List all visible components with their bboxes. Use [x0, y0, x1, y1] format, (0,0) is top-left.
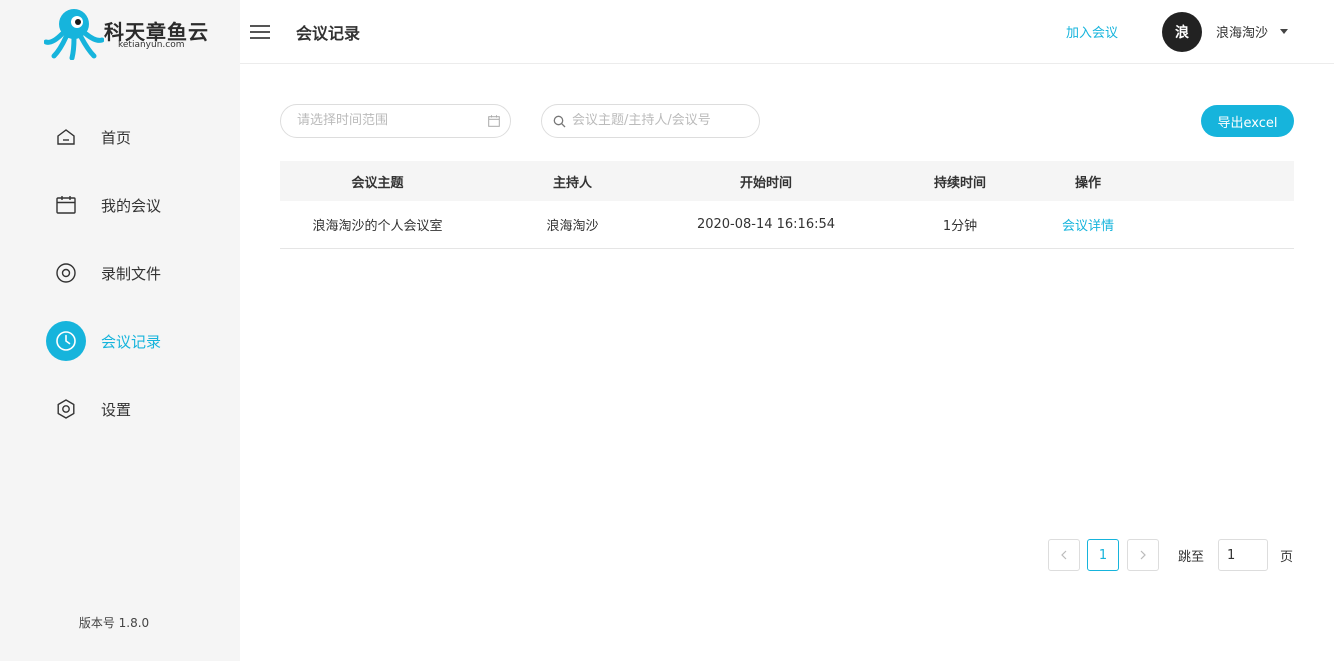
join-meeting-link[interactable]: 加入会议	[1066, 22, 1118, 41]
avatar[interactable]: 浪	[1162, 12, 1202, 52]
search-box[interactable]	[541, 104, 760, 138]
column-header-topic: 会议主题	[280, 161, 475, 201]
page-title: 会议记录	[296, 20, 360, 44]
page-number-button[interactable]: 1	[1087, 539, 1119, 571]
prev-page-button[interactable]	[1048, 539, 1080, 571]
sidebar-item-home[interactable]: 首页	[46, 117, 226, 157]
caret-down-icon[interactable]	[1280, 29, 1288, 34]
sidebar-item-label: 我的会议	[101, 195, 161, 216]
table-row: 浪海淘沙的个人会议室 浪海淘沙 2020-08-14 16:16:54 1分钟 …	[280, 201, 1294, 249]
sidebar-item-label: 录制文件	[101, 263, 161, 284]
settings-icon	[46, 389, 86, 429]
jump-page-field[interactable]	[1218, 539, 1268, 571]
cell-start-time: 2020-08-14 16:16:54	[670, 201, 862, 248]
brand-subtitle: ketianyun.com	[118, 40, 185, 50]
sidebar-item-meeting-records[interactable]: 会议记录	[46, 321, 226, 361]
home-icon	[46, 117, 86, 157]
page-suffix-label: 页	[1280, 546, 1293, 565]
date-range-input[interactable]	[297, 113, 477, 128]
sidebar-item-recordings[interactable]: 录制文件	[46, 253, 226, 293]
column-header-host: 主持人	[475, 161, 670, 201]
chevron-left-icon	[1060, 550, 1068, 560]
hamburger-menu-icon[interactable]	[248, 20, 272, 44]
sidebar-item-settings[interactable]: 设置	[46, 389, 226, 429]
version-label: 版本号 1.8.0	[0, 614, 228, 631]
sidebar-item-my-meetings[interactable]: 我的会议	[46, 185, 226, 225]
sidebar: 科天章鱼云 ketianyun.com 首页 我的会议 录制文件 会议记录 设置…	[0, 0, 240, 661]
column-header-action: 操作	[1058, 161, 1118, 201]
meeting-detail-link[interactable]: 会议详情	[1062, 215, 1114, 234]
search-input[interactable]	[572, 113, 752, 128]
table-header: 会议主题 主持人 开始时间 持续时间 操作	[280, 161, 1294, 201]
calendar-icon	[488, 115, 500, 127]
date-range-picker[interactable]	[280, 104, 511, 138]
octopus-logo-icon	[44, 6, 104, 60]
sidebar-item-label: 设置	[101, 399, 131, 420]
record-icon	[46, 253, 86, 293]
jump-page-input[interactable]	[1219, 540, 1267, 570]
clock-icon	[46, 321, 86, 361]
next-page-button[interactable]	[1127, 539, 1159, 571]
sidebar-item-label: 首页	[101, 127, 131, 148]
cell-topic: 浪海淘沙的个人会议室	[280, 201, 475, 248]
cell-duration: 1分钟	[862, 201, 1058, 248]
chevron-right-icon	[1139, 550, 1147, 560]
sidebar-item-label: 会议记录	[101, 331, 161, 352]
jump-to-label: 跳至	[1178, 546, 1204, 565]
cell-action: 会议详情	[1058, 201, 1118, 248]
export-excel-button[interactable]: 导出excel	[1201, 105, 1294, 137]
search-icon	[553, 115, 566, 128]
logo: 科天章鱼云 ketianyun.com	[44, 6, 214, 60]
top-bar: 会议记录 加入会议 浪 浪海淘沙	[240, 0, 1334, 64]
meeting-records-table: 会议主题 主持人 开始时间 持续时间 操作 浪海淘沙的个人会议室 浪海淘沙 20…	[280, 161, 1294, 249]
column-header-start-time: 开始时间	[670, 161, 862, 201]
calendar-icon	[46, 185, 86, 225]
user-name-dropdown[interactable]: 浪海淘沙	[1216, 22, 1268, 41]
cell-host: 浪海淘沙	[475, 201, 670, 248]
column-header-duration: 持续时间	[862, 161, 1058, 201]
